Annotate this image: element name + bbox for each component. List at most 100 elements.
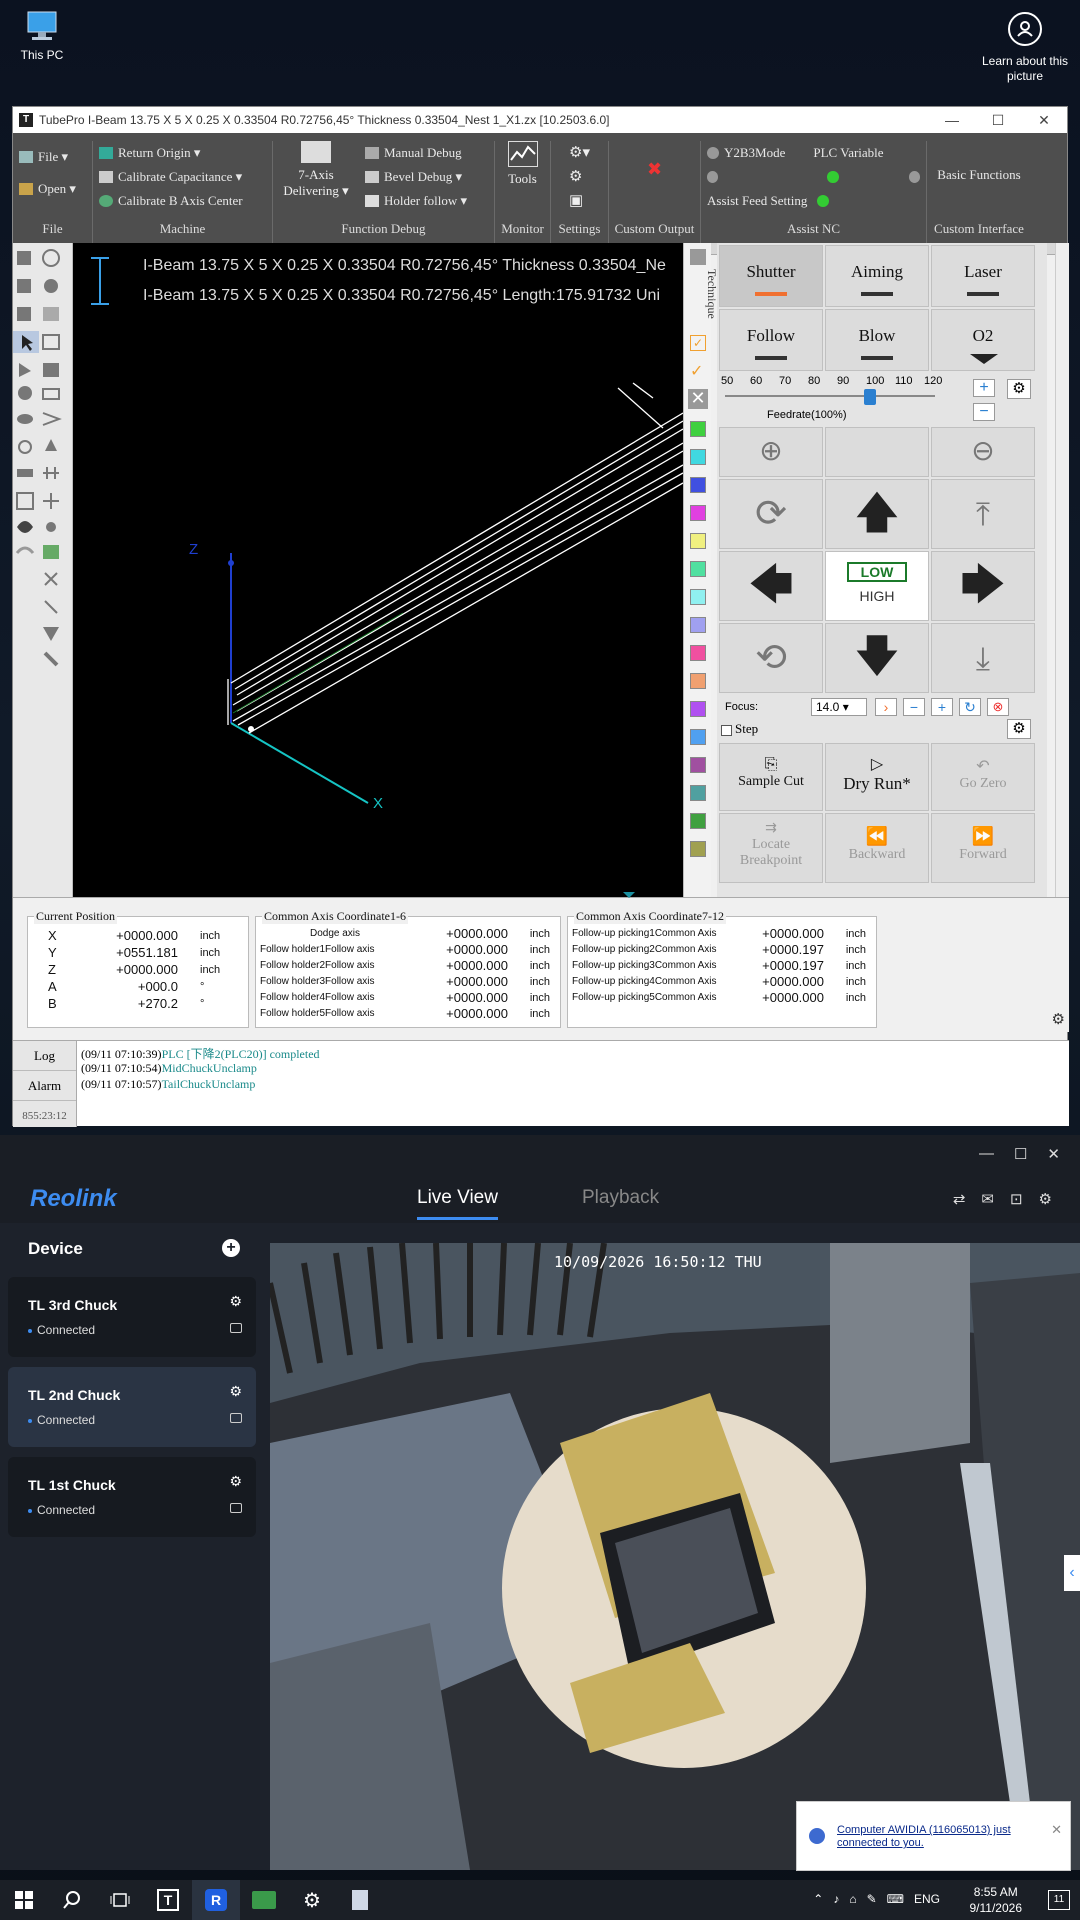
system-tray[interactable]: ⌃ ♪ ⌂ ✎ ⌨ ENG — [813, 1892, 940, 1906]
search-icon[interactable] — [48, 1880, 96, 1920]
minimize-button[interactable]: — — [929, 112, 975, 129]
basic-functions-button[interactable]: Basic Functions — [933, 163, 1025, 187]
message-icon[interactable]: ✉ — [981, 1190, 994, 1208]
layer-swatch[interactable] — [690, 533, 706, 549]
refresh-icon[interactable]: ↻ — [959, 698, 981, 716]
output-off-icon[interactable]: ✖ — [615, 159, 694, 180]
go-zero-button[interactable]: ↶ Go Zero — [931, 743, 1035, 811]
focus-minus-button[interactable]: − — [903, 698, 925, 716]
add-circle-button[interactable]: ⊕ — [719, 427, 823, 477]
speed-toggle[interactable]: LOW HIGH — [825, 551, 929, 621]
live-video-feed[interactable]: 10/09/2026 16:50:12 THU — [270, 1243, 1080, 1870]
device-settings-gear-icon[interactable]: ⚙ — [229, 1383, 242, 1400]
tools-button[interactable]: Tools — [501, 141, 544, 187]
layer-swatch[interactable] — [690, 645, 706, 661]
layers-icon[interactable] — [690, 249, 706, 265]
cad-canvas[interactable]: I-Beam 13.75 X 5 X 0.25 X 0.33504 R0.727… — [73, 243, 683, 898]
language-icon[interactable]: ⇄ — [953, 1190, 966, 1208]
minimize-button[interactable]: — — [979, 1145, 994, 1163]
layer-swatch[interactable] — [690, 841, 706, 857]
sample-cut-button[interactable]: ⎘ Sample Cut — [719, 743, 823, 811]
layer-swatch[interactable] — [690, 785, 706, 801]
layer-swatch[interactable] — [690, 701, 706, 717]
focus-plus-button[interactable]: + — [931, 698, 953, 716]
laser-button[interactable]: Laser — [931, 245, 1035, 307]
coordinate-settings-gear-icon[interactable]: ⚙ — [1052, 1010, 1065, 1028]
return-origin-button[interactable]: Return Origin ▾ — [99, 141, 266, 165]
device-card[interactable]: TL 2nd Chuck Connected ⚙ — [8, 1367, 256, 1447]
shutter-button[interactable]: Shutter — [719, 245, 823, 307]
follow-button[interactable]: Follow — [719, 309, 823, 371]
reolink-taskbar-icon[interactable]: R — [192, 1880, 240, 1920]
feedrate-knob[interactable] — [864, 389, 876, 405]
rotate-cw-plus-button[interactable]: ⟳ — [719, 479, 823, 549]
tubepro-taskbar-icon[interactable]: T — [144, 1880, 192, 1920]
plc-icon[interactable]: ⚙▾ — [569, 141, 602, 165]
close-button[interactable]: ✕ — [1047, 1145, 1060, 1163]
notification-center-icon[interactable]: 11 — [1048, 1890, 1070, 1910]
jog-down-button[interactable]: 🡇 — [825, 623, 929, 693]
assist-feed-setting-button[interactable]: Assist Feed Setting — [707, 189, 920, 213]
jog-up-button[interactable]: 🡅 — [825, 479, 929, 549]
alarm-tab[interactable]: Alarm — [13, 1071, 76, 1101]
o2-button[interactable]: O2 — [931, 309, 1035, 371]
forward-button[interactable]: ⏩ Forward — [931, 813, 1035, 883]
blow-button[interactable]: Blow — [825, 309, 929, 371]
device-settings-gear-icon[interactable]: ⚙ — [229, 1293, 242, 1310]
system-clock[interactable]: 8:55 AM 9/11/2026 — [970, 1884, 1023, 1916]
toolbox-icon[interactable]: ▣ — [569, 189, 602, 213]
device-card[interactable]: TL 3rd Chuck Connected ⚙ — [8, 1277, 256, 1357]
holder-follow-button[interactable]: Holder follow ▾ — [365, 189, 467, 213]
seven-axis-delivering-button[interactable]: 7-Axis Delivering ▾ — [281, 141, 351, 199]
feedrate-slider[interactable]: 50 60 70 80 90 100 110 120 Feedrate(100%) + − ⚙ — [717, 373, 1035, 425]
step-settings-gear-icon[interactable]: ⚙ — [1007, 719, 1031, 739]
connection-toast[interactable]: Computer AWIDIA (116065013) just connect… — [796, 1801, 1071, 1871]
backward-button[interactable]: ⏪ Backward — [825, 813, 929, 883]
close-button[interactable]: ✕ — [1021, 112, 1067, 129]
layer-swatch[interactable] — [690, 561, 706, 577]
device-settings-gear-icon[interactable]: ⚙ — [229, 1473, 242, 1490]
minus-circle-button[interactable]: ⊖ — [931, 427, 1035, 477]
tab-live-view[interactable]: Live View — [417, 1187, 498, 1220]
head-down-button[interactable]: ⤓ — [931, 623, 1035, 693]
aiming-button[interactable]: Aiming — [825, 245, 929, 307]
check-box-layer[interactable]: ✓ — [690, 335, 706, 351]
check-icon[interactable]: ✓ — [690, 361, 703, 381]
expand-panel-chevron-icon[interactable]: ‹ — [1064, 1555, 1080, 1591]
log-tab[interactable]: Log — [13, 1041, 76, 1071]
feedrate-plus-button[interactable]: + — [973, 379, 995, 397]
calibrate-b-axis-button[interactable]: Calibrate B Axis Center — [99, 189, 266, 213]
maximize-button[interactable]: ☐ — [975, 112, 1021, 129]
settings-gear-icon[interactable]: ⚙ — [1039, 1190, 1052, 1208]
layer-swatch[interactable] — [690, 673, 706, 689]
panel-scrollbar[interactable] — [1055, 243, 1069, 898]
layer-swatch[interactable] — [690, 617, 706, 633]
y2b3mode-toggle[interactable]: Y2B3Mode PLC Variable — [707, 141, 920, 165]
lock-icon[interactable]: ⊡ — [1010, 1190, 1023, 1208]
maximize-button[interactable]: ☐ — [1014, 1145, 1027, 1163]
learn-about-picture[interactable]: Learn about this picture — [980, 12, 1070, 84]
layer-swatch[interactable] — [690, 449, 706, 465]
bevel-debug-button[interactable]: Bevel Debug ▾ — [365, 165, 467, 189]
add-device-icon[interactable]: + — [222, 1239, 240, 1257]
manual-debug-button[interactable]: Manual Debug — [365, 141, 467, 165]
jog-right-button[interactable]: 🡆 — [931, 551, 1035, 621]
open-menu[interactable]: Open ▾ — [19, 177, 86, 201]
device-card[interactable]: TL 1st Chuck Connected ⚙ — [8, 1457, 256, 1537]
head-up-button[interactable]: ⤒ — [931, 479, 1035, 549]
cancel-icon[interactable]: ⊗ — [987, 698, 1009, 716]
file-menu[interactable]: File ▾ — [19, 145, 86, 169]
rotate-ccw-minus-button[interactable]: ⟲ — [719, 623, 823, 693]
layer-swatch[interactable] — [690, 505, 706, 521]
start-button[interactable] — [0, 1880, 48, 1920]
layer-swatch[interactable] — [690, 477, 706, 493]
notepad-taskbar-icon[interactable] — [336, 1880, 384, 1920]
layer-swatch[interactable] — [690, 757, 706, 773]
drawing-tools-icons[interactable] — [13, 243, 73, 843]
jog-left-button[interactable]: 🡄 — [719, 551, 823, 621]
dry-run-button[interactable]: ▷ Dry Run* — [825, 743, 929, 811]
focus-go-button[interactable]: › — [875, 698, 897, 716]
gear-icon[interactable]: ⚙ — [569, 165, 602, 189]
task-view-icon[interactable] — [96, 1880, 144, 1920]
step-checkbox[interactable]: Step — [721, 721, 758, 737]
